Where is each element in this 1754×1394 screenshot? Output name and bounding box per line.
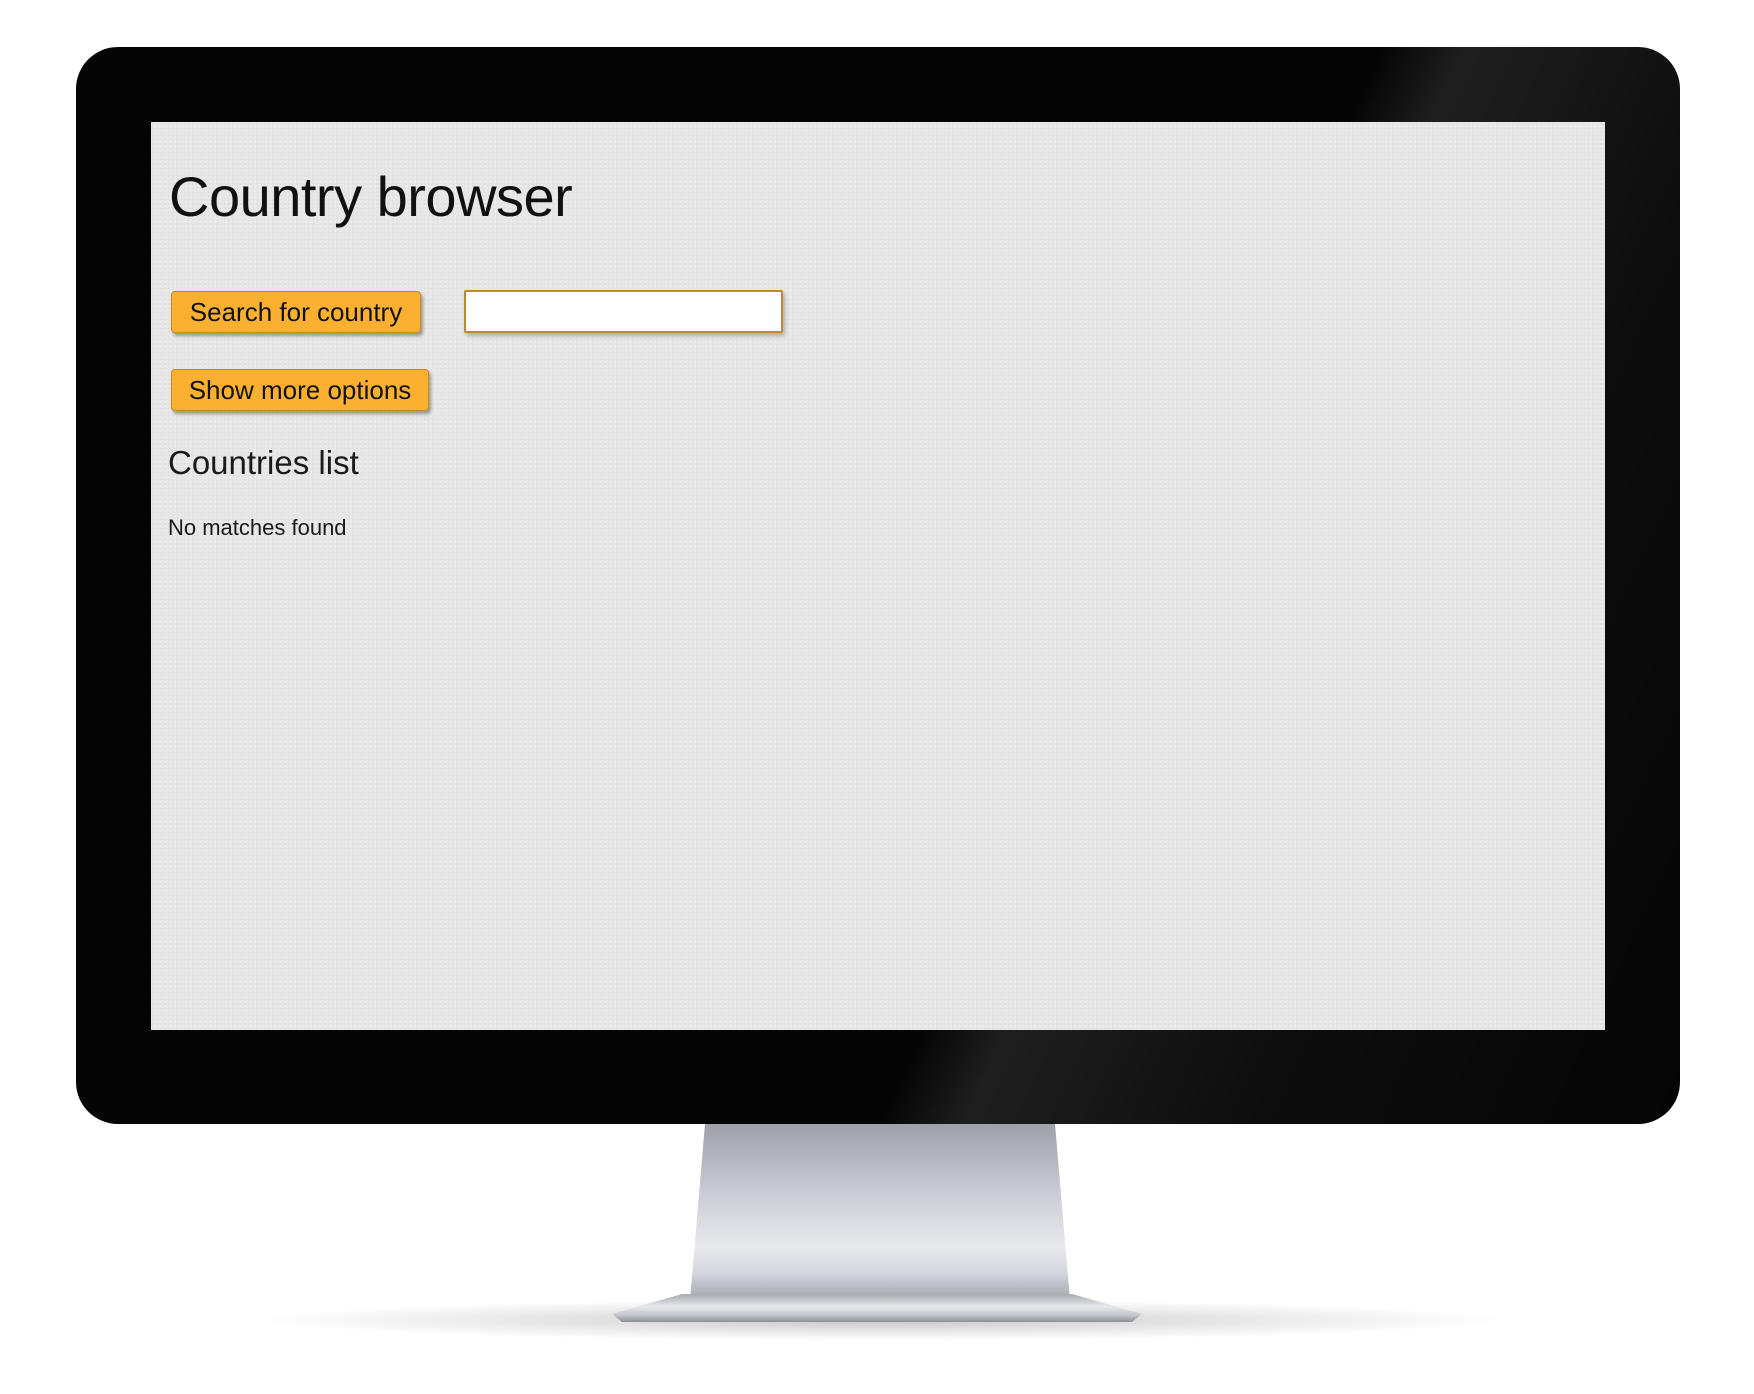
show-more-options-button[interactable]: Show more options xyxy=(171,369,429,411)
search-button[interactable]: Search for country xyxy=(171,291,421,333)
app-screen: Country browser Search for country Show … xyxy=(151,122,1605,1030)
page-title: Country browser xyxy=(169,165,573,228)
countries-list-status: No matches found xyxy=(168,515,347,540)
countries-list-heading: Countries list xyxy=(168,444,359,481)
monitor-stand-base xyxy=(612,1294,1142,1322)
monitor-mockup: Country browser Search for country Show … xyxy=(0,0,1754,1394)
search-input[interactable] xyxy=(464,290,783,333)
monitor-stand-neck xyxy=(690,1124,1070,1300)
